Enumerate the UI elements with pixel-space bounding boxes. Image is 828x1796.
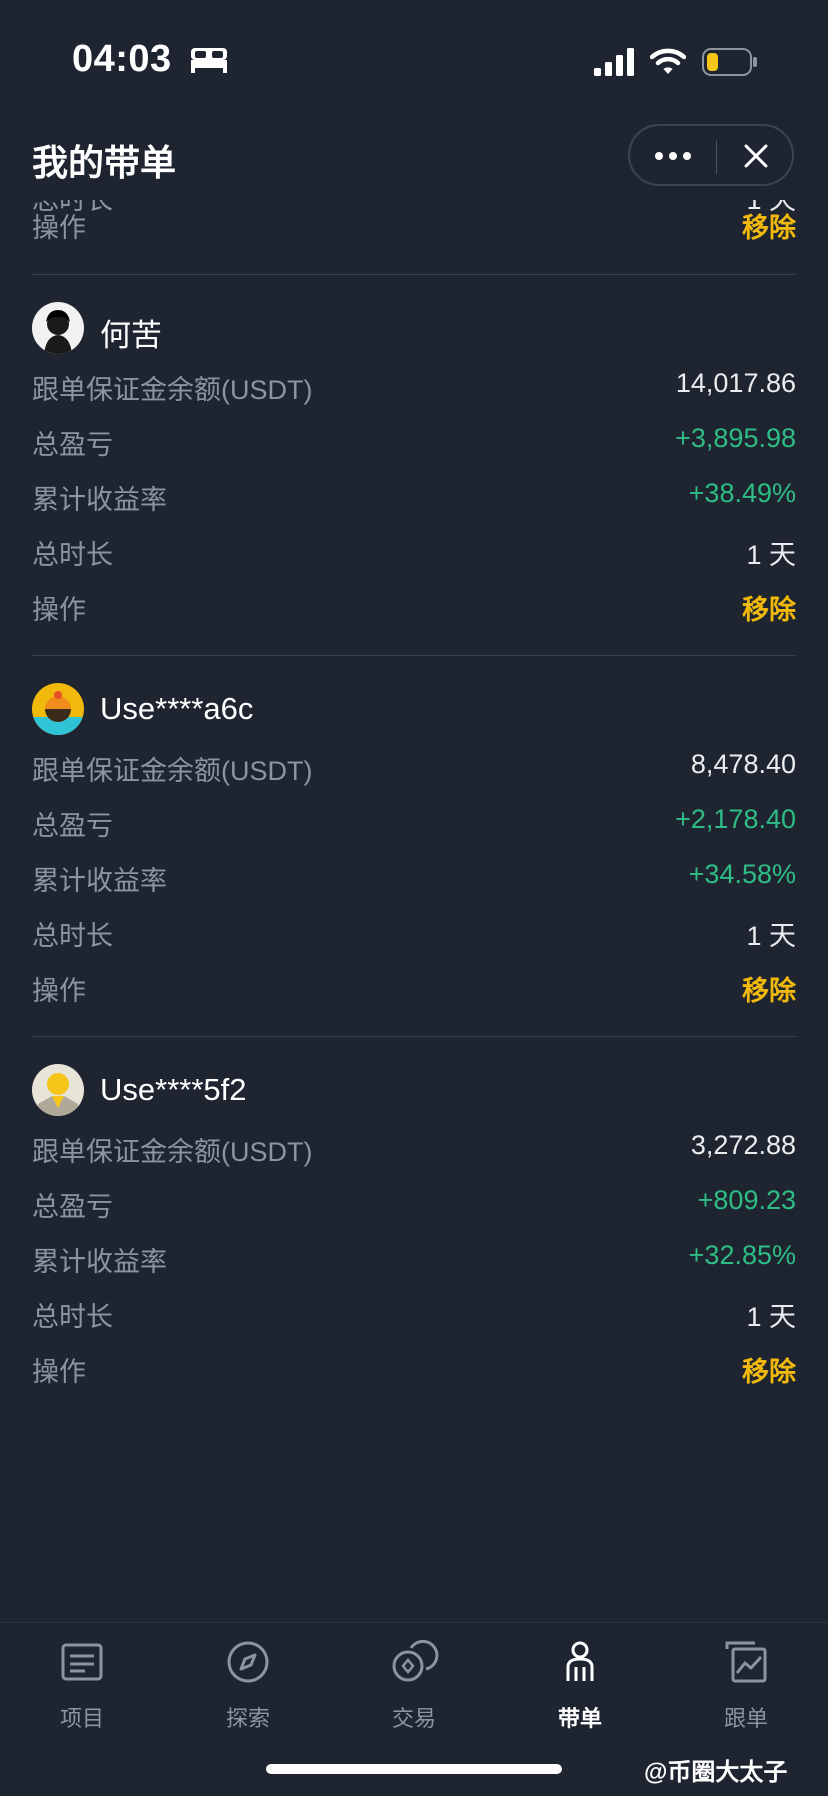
- watermark: @币圈大太子: [644, 1759, 788, 1786]
- divider: [32, 1036, 796, 1037]
- roi-value: +34.58%: [688, 859, 796, 889]
- trader-name[interactable]: Use****5f2: [100, 1072, 246, 1108]
- home-indicator: [266, 1764, 562, 1774]
- remove-button[interactable]: 移除: [742, 1350, 796, 1389]
- detail-row-pnl: 总盈亏 +809.23: [32, 1179, 796, 1223]
- copy-chart-icon: [725, 1641, 767, 1683]
- tab-explore[interactable]: 探索: [188, 1637, 308, 1747]
- remove-button[interactable]: 移除: [742, 206, 796, 245]
- roi-value: +32.85%: [688, 1240, 796, 1270]
- row-label: 跟单保证金余额(USDT): [32, 375, 313, 405]
- bed-icon: [191, 48, 227, 73]
- row-label: 操作: [32, 595, 86, 625]
- remove-button[interactable]: 移除: [742, 969, 796, 1008]
- tab-label: 项目: [59, 1706, 104, 1731]
- tab-label: 交易: [391, 1706, 436, 1731]
- more-icon[interactable]: [654, 148, 692, 164]
- detail-row-roi: 累计收益率 +34.58%: [32, 853, 796, 897]
- detail-row-margin: 跟单保证金余额(USDT) 14,017.86: [32, 362, 796, 406]
- trader-header: Use****a6c: [32, 683, 796, 739]
- detail-row-margin: 跟单保证金余额(USDT) 8,478.40: [32, 743, 796, 787]
- margin-value: 14,017.86: [675, 368, 796, 398]
- detail-row-action: 操作 移除: [32, 200, 796, 244]
- tab-label: 跟单: [723, 1706, 768, 1731]
- signal-icon: [594, 48, 634, 76]
- detail-row-roi: 累计收益率 +38.49%: [32, 472, 796, 516]
- avatar: [32, 683, 84, 735]
- row-label: 跟单保证金余额(USDT): [32, 756, 313, 786]
- tab-projects[interactable]: 项目: [22, 1637, 142, 1747]
- detail-row-action: 操作 移除: [32, 582, 796, 626]
- exchange-icon: [392, 1639, 439, 1682]
- detail-row-action: 操作 移除: [32, 1344, 796, 1388]
- row-label: 操作: [32, 976, 86, 1006]
- detail-row-pnl: 总盈亏 +3,895.98: [32, 417, 796, 461]
- close-icon[interactable]: [742, 142, 770, 170]
- duration-value: 1 天: [746, 921, 796, 951]
- person-icon: [566, 1641, 594, 1681]
- row-label: 累计收益率: [32, 485, 167, 515]
- divider: [32, 655, 796, 656]
- page-header: 我的带单: [0, 120, 828, 200]
- remove-button[interactable]: 移除: [742, 588, 796, 627]
- pnl-value: +2,178.40: [675, 804, 796, 834]
- list-icon: [61, 1643, 103, 1681]
- avatar: [32, 1064, 84, 1116]
- detail-row-pnl: 总盈亏 +2,178.40: [32, 798, 796, 842]
- trader-name[interactable]: Use****a6c: [100, 691, 253, 727]
- row-label: 总时长: [32, 921, 113, 951]
- detail-row-duration: 总时长 1 天: [32, 527, 796, 571]
- mini-program-capsule: [628, 124, 794, 186]
- row-label: 操作: [32, 213, 86, 243]
- pnl-value: +3,895.98: [675, 423, 796, 453]
- detail-row-duration: 总时长 1 天: [32, 908, 796, 952]
- status-bar: 04:03: [0, 0, 828, 120]
- detail-row-action: 操作 移除: [32, 963, 796, 1007]
- row-label: 总盈亏: [32, 811, 113, 841]
- detail-row-margin: 跟单保证金余额(USDT) 3,272.88: [32, 1124, 796, 1168]
- row-label: 总时长: [32, 1302, 113, 1332]
- trader-header: Use****5f2: [32, 1064, 796, 1120]
- duration-value: 1 天: [746, 1302, 796, 1332]
- row-label: 总时长: [32, 540, 113, 570]
- pnl-value: +809.23: [697, 1185, 796, 1215]
- margin-value: 8,478.40: [690, 749, 796, 779]
- row-label: 操作: [32, 1357, 86, 1387]
- row-label: 累计收益率: [32, 866, 167, 896]
- row-label: 总盈亏: [32, 430, 113, 460]
- detail-row-duration: 总时长 1 天: [32, 1289, 796, 1333]
- row-label: 累计收益率: [32, 1247, 167, 1277]
- tab-lead-trading[interactable]: 带单: [520, 1637, 640, 1747]
- duration-value: 1 天: [746, 540, 796, 570]
- roi-value: +38.49%: [688, 478, 796, 508]
- row-label: 跟单保证金余额(USDT): [32, 1137, 313, 1167]
- page-title: 我的带单: [32, 142, 177, 183]
- row-label: 总盈亏: [32, 1192, 113, 1222]
- compass-icon: [227, 1641, 269, 1683]
- status-time: 04:03: [72, 38, 172, 80]
- trader-header: 何苦: [32, 302, 796, 358]
- tab-copy-trading[interactable]: 跟单: [686, 1637, 806, 1747]
- tab-label: 探索: [225, 1706, 270, 1731]
- margin-value: 3,272.88: [690, 1130, 796, 1160]
- battery-icon: [702, 48, 757, 76]
- tab-label: 带单: [557, 1706, 602, 1731]
- trader-name[interactable]: 何苦: [100, 310, 162, 355]
- detail-row-roi: 累计收益率 +32.85%: [32, 1234, 796, 1278]
- divider: [32, 274, 796, 275]
- avatar: [32, 302, 84, 354]
- wifi-icon: [650, 48, 686, 74]
- tab-trade[interactable]: 交易: [354, 1637, 474, 1747]
- capsule-divider: [716, 140, 717, 174]
- page: 04:03 我的带单 操作 移除 何苦 跟单保证金余额(USDT) 14,017…: [0, 0, 828, 1796]
